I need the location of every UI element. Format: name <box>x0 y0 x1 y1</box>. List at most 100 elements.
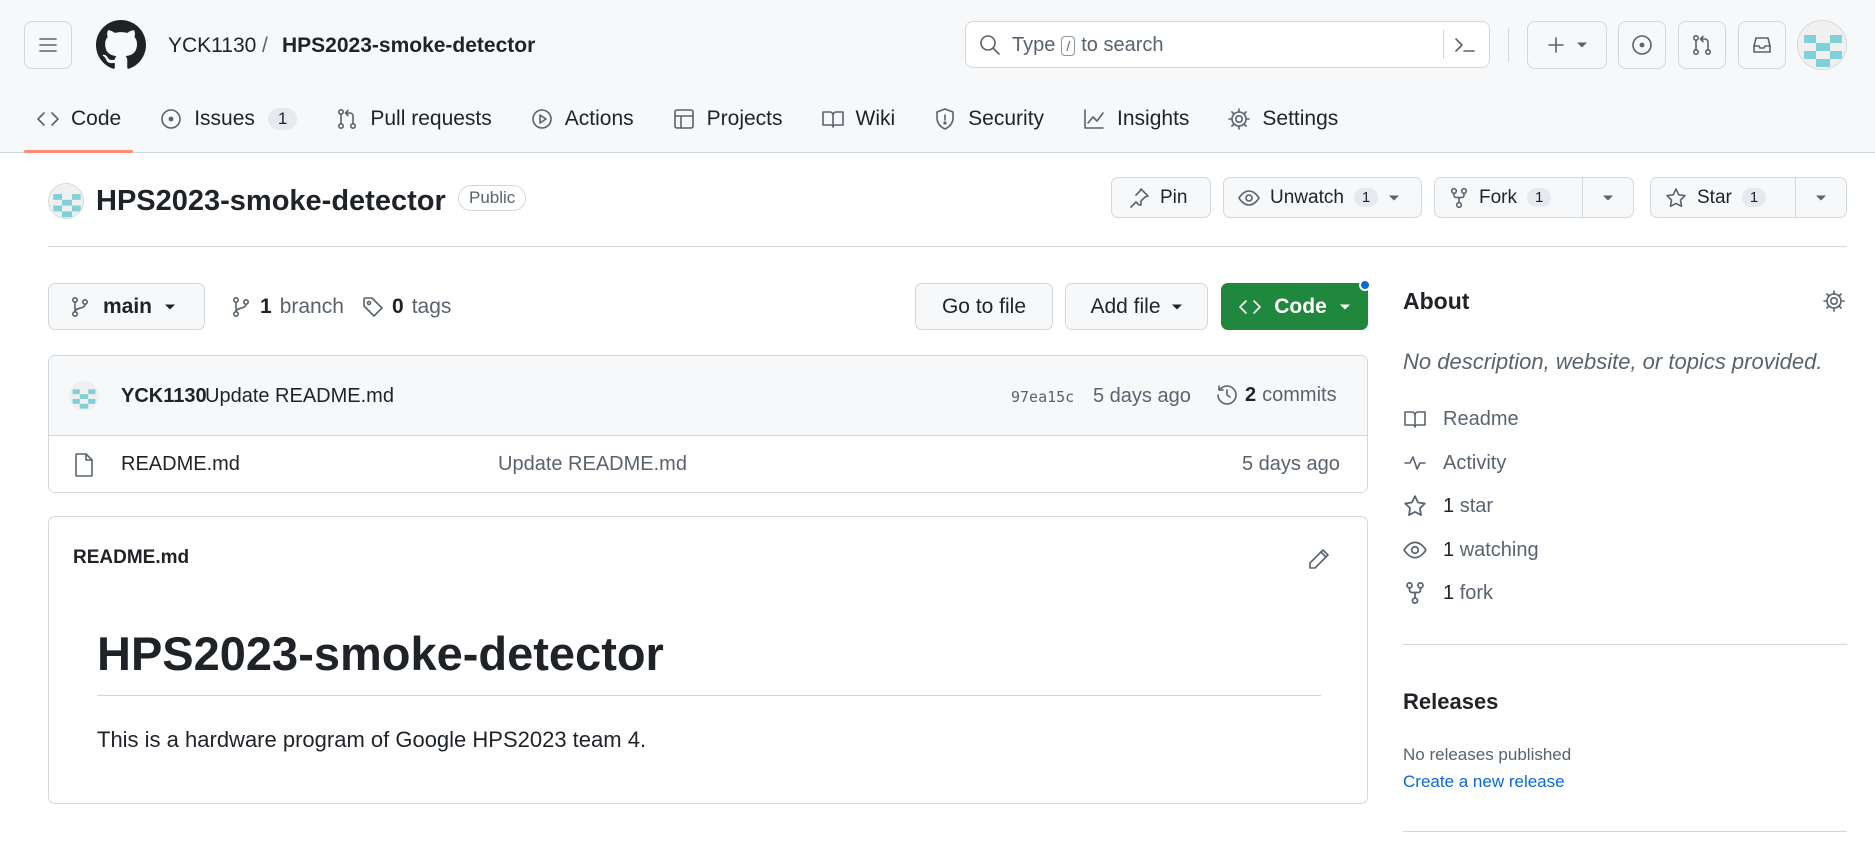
go-to-file-label: Go to file <box>941 294 1027 318</box>
repo-forked-icon <box>1449 187 1469 209</box>
book-icon <box>821 107 845 131</box>
fork-dropdown[interactable] <box>1581 178 1633 217</box>
about-title: About <box>1403 288 1470 314</box>
breadcrumb-separator: / <box>262 34 268 57</box>
tab-pull-requests[interactable]: Pull requests <box>323 96 503 141</box>
file-name[interactable]: README.md <box>121 453 240 476</box>
star-count: 1 <box>1741 188 1767 207</box>
tab-insights[interactable]: Insights <box>1070 96 1201 141</box>
activity-link[interactable]: Activity <box>1403 451 1506 475</box>
menu-button[interactable] <box>24 21 72 69</box>
tab-wiki[interactable]: Wiki <box>809 96 908 141</box>
title-divider <box>48 246 1847 247</box>
history-icon <box>1215 383 1239 407</box>
user-avatar[interactable] <box>1797 20 1847 70</box>
readme-panel: README.md HPS2023-smoke-detector This is… <box>48 516 1368 804</box>
branch-selector[interactable]: main <box>48 283 205 330</box>
repo-nav-tabs: Code Issues 1 Pull requests Actions Proj… <box>24 96 1364 153</box>
breadcrumb-owner[interactable]: YCK1130 <box>168 34 256 58</box>
plus-icon <box>1546 35 1566 55</box>
your-issues-button[interactable] <box>1618 21 1666 69</box>
forks-link[interactable]: 1 fork <box>1403 581 1493 605</box>
tag-label: tags <box>411 295 452 318</box>
file-icon <box>73 452 95 478</box>
readme-filename[interactable]: README.md <box>73 547 189 569</box>
fork-label: Fork <box>1479 186 1517 208</box>
tab-security[interactable]: Security <box>921 96 1056 141</box>
tab-code[interactable]: Code <box>24 96 133 141</box>
releases-title[interactable]: Releases <box>1403 689 1498 715</box>
git-branch-icon <box>230 296 252 318</box>
tab-actions[interactable]: Actions <box>518 96 646 141</box>
hamburger-icon <box>37 34 59 56</box>
tags-link[interactable]: 0 tags <box>362 295 451 319</box>
code-icon <box>36 107 60 131</box>
sidebar-divider <box>1403 831 1847 832</box>
stars-link[interactable]: 1 star <box>1403 494 1493 518</box>
triangle-down-icon <box>1576 41 1588 49</box>
watching-link[interactable]: 1 watching <box>1403 538 1539 562</box>
visibility-badge: Public <box>458 185 527 211</box>
breadcrumb-repo[interactable]: HPS2023-smoke-detector <box>282 34 535 58</box>
search-input[interactable]: Type / to search <box>965 21 1490 68</box>
pulse-icon <box>1403 451 1427 475</box>
triangle-down-icon <box>164 303 176 311</box>
watching-count: 1 <box>1443 538 1455 561</box>
inbox-button[interactable] <box>1738 21 1786 69</box>
star-button[interactable]: Star 1 <box>1650 177 1847 218</box>
shield-icon <box>933 107 957 131</box>
create-release-link[interactable]: Create a new release <box>1403 772 1565 792</box>
add-file-button[interactable]: Add file <box>1065 283 1208 330</box>
repo-owner-avatar[interactable] <box>48 183 84 219</box>
pin-icon <box>1128 187 1150 209</box>
branches-link[interactable]: 1 branch <box>230 295 344 319</box>
file-commit-message[interactable]: Update README.md <box>498 453 687 476</box>
commit-sha[interactable]: 97ea15c <box>1011 388 1074 406</box>
tab-label: Pull requests <box>370 106 492 130</box>
latest-commit-row: YCK1130 Update README.md 97ea15c 5 days … <box>49 356 1367 436</box>
create-new-button[interactable] <box>1527 21 1607 69</box>
tab-projects[interactable]: Projects <box>660 96 795 141</box>
issues-counter: 1 <box>267 107 298 130</box>
commit-author[interactable]: YCK1130 <box>121 385 207 408</box>
tab-label: Projects <box>706 106 783 130</box>
branch-count: 1 <box>260 295 272 318</box>
stars-label: star <box>1459 494 1494 517</box>
triangle-down-icon <box>1815 194 1827 202</box>
tab-label: Code <box>71 106 122 130</box>
code-button-label: Code <box>1274 294 1327 318</box>
pin-button[interactable]: Pin <box>1111 177 1211 218</box>
inbox-icon <box>1750 33 1774 57</box>
triangle-down-icon <box>1339 303 1351 311</box>
triangle-down-icon <box>1602 194 1614 202</box>
repo-title[interactable]: HPS2023-smoke-detector <box>96 184 446 218</box>
readme-link-label: Readme <box>1443 407 1519 430</box>
table-icon <box>672 107 696 131</box>
watch-count: 1 <box>1353 188 1379 207</box>
github-logo-icon[interactable] <box>96 20 146 70</box>
commits-link[interactable]: 2 commits <box>1215 383 1337 407</box>
gear-icon[interactable] <box>1822 289 1846 313</box>
repo-forked-icon <box>1403 581 1427 605</box>
commit-author-avatar[interactable] <box>69 381 99 411</box>
unwatch-button[interactable]: Unwatch 1 <box>1223 177 1422 218</box>
go-to-file-button[interactable]: Go to file <box>915 283 1053 330</box>
tab-settings[interactable]: Settings <box>1215 96 1350 141</box>
watching-label: watching <box>1459 538 1539 561</box>
tab-label: Wiki <box>855 106 896 130</box>
command-palette-icon[interactable] <box>1452 33 1478 57</box>
fork-button[interactable]: Fork 1 <box>1434 177 1634 218</box>
tag-icon <box>362 296 384 318</box>
tab-issues[interactable]: Issues 1 <box>147 96 309 141</box>
pencil-icon[interactable] <box>1307 547 1331 571</box>
star-dropdown[interactable] <box>1794 178 1846 217</box>
star-icon <box>1665 187 1687 209</box>
search-shortcut-key: / <box>1061 35 1076 56</box>
code-clone-button[interactable]: Code <box>1221 283 1368 330</box>
your-pull-requests-button[interactable] <box>1678 21 1726 69</box>
eye-icon <box>1403 538 1427 562</box>
file-row[interactable]: README.md Update README.md 5 days ago <box>49 436 1367 492</box>
tag-count: 0 <box>392 295 404 318</box>
readme-link[interactable]: Readme <box>1403 407 1519 431</box>
commit-message[interactable]: Update README.md <box>205 385 394 408</box>
